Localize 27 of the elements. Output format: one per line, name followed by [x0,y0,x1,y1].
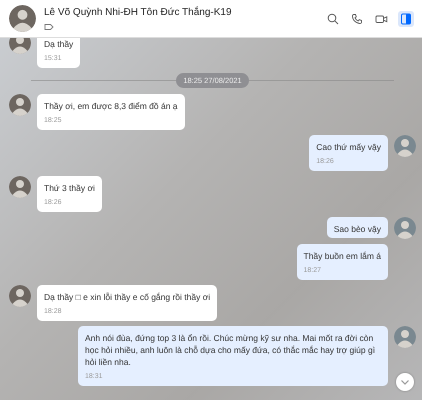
message-text: Dạ thầy [44,39,74,49]
avatar[interactable] [394,217,416,240]
message-text: Thầy ơi, em được 8,3 điểm đồ án ạ [44,101,178,112]
sidebar-icon [400,12,412,24]
avatar[interactable] [9,38,31,54]
message-bubble[interactable]: Sao bèo vậy [326,217,388,238]
contact-name: Lê Võ Quỳnh Nhi-ĐH Tôn Đức Thắng-K19 [44,6,233,20]
message-text: Cao thứ mấy vậy [316,142,381,152]
scroll-down-button[interactable] [396,373,414,391]
video-camera-icon [375,12,388,24]
message-text: Anh nói đùa, đứng top 3 là ổn rồi. Chúc mừng kỹ sư nha. Mai mốt ra đời còn học hỏi nhiều, anh luôn là chỗ dựa cho mấy đứa, có thắc mắc hay trợ giúp gì hỏi liền nha. [85,333,376,368]
avatar[interactable] [9,94,31,116]
avatar[interactable] [9,5,36,32]
message-text: Dạ thầy □ e xin lỗi thầy e cố gắng rồi thầy ơi [44,292,210,302]
avatar[interactable] [394,135,416,158]
message-text: Sao bèo vậy [334,224,381,234]
phone-icon [351,12,363,24]
sidebar-toggle-button[interactable] [398,10,414,26]
message-text: Thứ 3 thầy ơi [44,183,95,194]
avatar[interactable] [394,326,416,348]
tag-icon[interactable] [44,23,54,31]
search-icon [327,12,339,24]
message-text: Thầy buồn em lắm á [304,251,381,262]
chevron-down-icon [400,377,410,387]
avatar[interactable] [9,176,31,198]
search-button[interactable] [325,10,341,26]
avatar[interactable] [9,285,31,308]
